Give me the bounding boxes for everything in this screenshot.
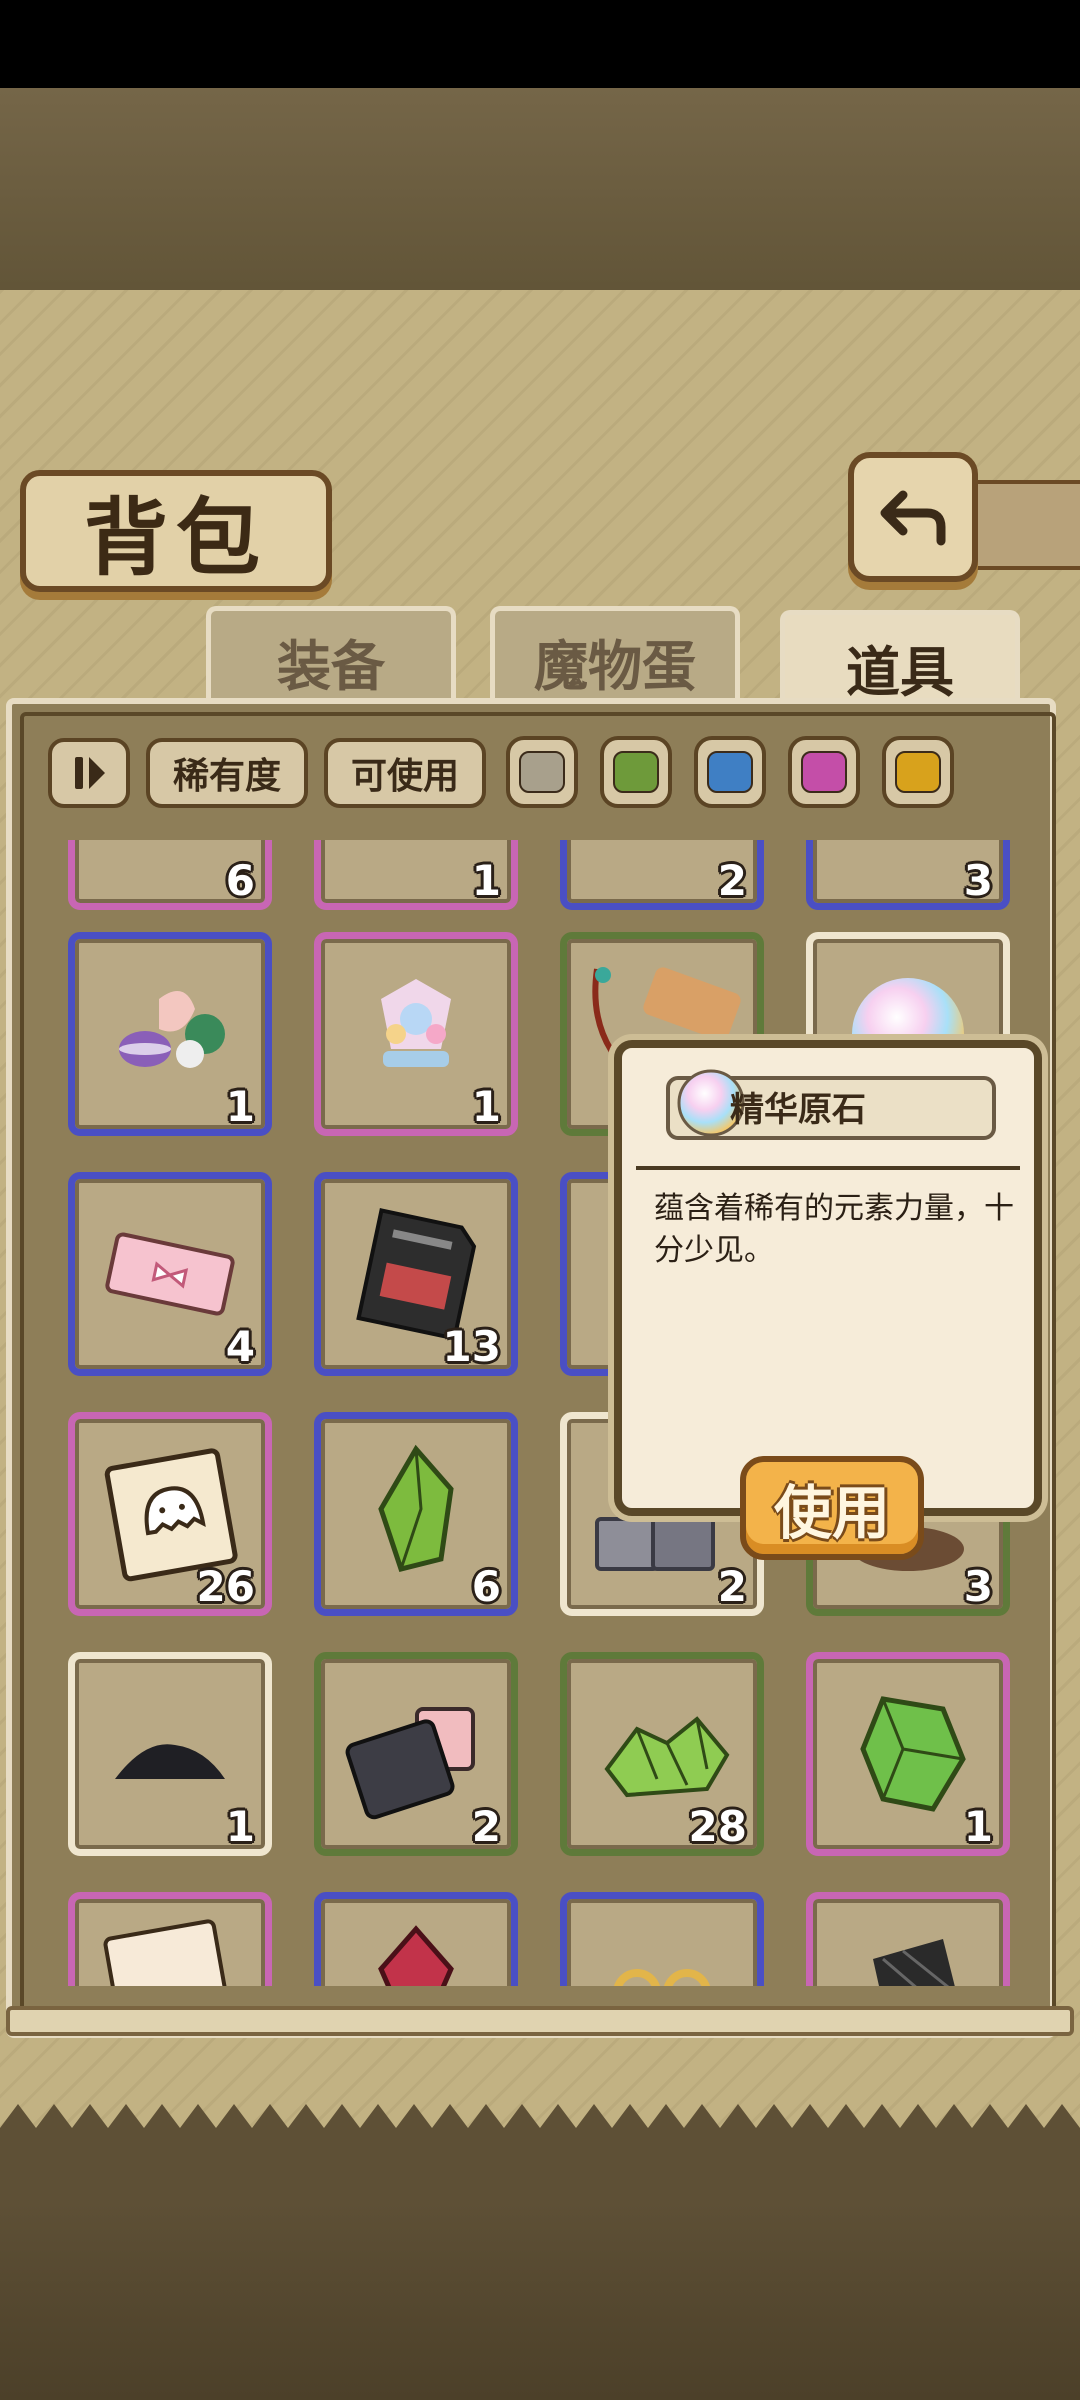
- inventory-slot[interactable]: [560, 1892, 764, 1986]
- gold-rings-icon: [614, 1969, 710, 1986]
- inventory-slot[interactable]: 4: [68, 1172, 272, 1376]
- rarity-filter-button[interactable]: 稀有度: [146, 738, 308, 808]
- item-count: 28: [688, 1802, 747, 1851]
- item-count: 13: [442, 1322, 501, 1371]
- item-count: 2: [717, 1562, 747, 1611]
- item-detail-popup: 精华原石 蕴含着稀有的元素力量，十分少见。: [614, 1040, 1042, 1516]
- item-count: 1: [471, 1082, 501, 1131]
- inventory-slot[interactable]: 1: [806, 1652, 1010, 1856]
- filter-swatch-blue[interactable]: [694, 736, 766, 808]
- item-count: 6: [471, 1562, 501, 1611]
- item-count: 1: [963, 1802, 993, 1851]
- use-button[interactable]: 使用: [740, 1456, 924, 1560]
- item-count: 26: [196, 1562, 255, 1611]
- swatch-blue-chip: [707, 751, 753, 793]
- sort-toggle-button[interactable]: [48, 738, 130, 808]
- tab-items-label: 道具: [846, 641, 954, 704]
- filter-swatch-gray[interactable]: [506, 736, 578, 808]
- tab-equipment[interactable]: 装备: [206, 606, 456, 712]
- inventory-slot[interactable]: 1: [314, 932, 518, 1136]
- inventory-slot[interactable]: 6: [68, 840, 272, 910]
- inventory-slot[interactable]: 1: [314, 840, 518, 910]
- swatch-pink-chip: [801, 751, 847, 793]
- net-glove-icon: [873, 1939, 955, 1986]
- use-button-label: 使用: [773, 1479, 890, 1547]
- tab-equipment-label: 装备: [277, 635, 385, 698]
- inventory-slot[interactable]: 26: [68, 1412, 272, 1616]
- back-button[interactable]: [848, 452, 978, 582]
- item-count: 3: [963, 856, 993, 905]
- item-count: 1: [225, 1802, 255, 1851]
- red-crystal-icon: [378, 1925, 454, 1986]
- inventory-slot[interactable]: 1: [68, 1652, 272, 1856]
- inventory-slot[interactable]: 2: [560, 840, 764, 910]
- item-count: 2: [471, 1802, 501, 1851]
- item-count: 4: [225, 1322, 255, 1371]
- item-description: 蕴含着稀有的元素力量，十分少见。: [654, 1191, 1014, 1268]
- inventory-slot[interactable]: 2: [314, 1652, 518, 1856]
- swatch-green-chip: [613, 751, 659, 793]
- pause-toggle-icon: [75, 757, 105, 789]
- item-count: 2: [717, 856, 747, 905]
- bottom-zigzag-edge: [0, 2104, 1080, 2140]
- inventory-slot[interactable]: 1: [68, 932, 272, 1136]
- item-count: 6: [225, 856, 255, 905]
- back-arrow-icon: [880, 490, 946, 546]
- bottom-map-band: [0, 2136, 1080, 2200]
- rarity-filter-label: 稀有度: [172, 756, 281, 797]
- swatch-gold-chip: [895, 751, 941, 793]
- inventory-slot[interactable]: 6: [314, 1412, 518, 1616]
- item-count: 1: [225, 1082, 255, 1131]
- tab-monster-egg-label: 魔物蛋: [534, 635, 696, 698]
- usable-filter-button[interactable]: 可使用: [324, 738, 486, 808]
- item-count: 3: [963, 1562, 993, 1611]
- background-bottom-map: [0, 2200, 1080, 2400]
- inventory-slot[interactable]: [314, 1892, 518, 1986]
- inventory-slot[interactable]: [68, 1892, 272, 1986]
- item-count: 1: [471, 856, 501, 905]
- character-card-icon: [103, 1919, 239, 1986]
- tab-monster-egg[interactable]: 魔物蛋: [490, 606, 740, 712]
- back-rail: [966, 480, 1080, 570]
- panel-bottom-rail: [6, 2006, 1074, 2036]
- title-plate: 背包: [20, 470, 332, 592]
- usable-filter-label: 可使用: [350, 756, 459, 797]
- inventory-slot[interactable]: 3: [806, 840, 1010, 910]
- inventory-slot[interactable]: 28: [560, 1652, 764, 1856]
- item-name: 精华原石: [730, 1090, 866, 1130]
- inventory-slot[interactable]: 13: [314, 1172, 518, 1376]
- filter-swatch-green[interactable]: [600, 736, 672, 808]
- filter-swatch-pink[interactable]: [788, 736, 860, 808]
- popup-divider: [636, 1166, 1020, 1170]
- status-bar: [0, 0, 1080, 88]
- page-title: 背包: [83, 487, 268, 587]
- swatch-gray-chip: [519, 751, 565, 793]
- background-top-map: [0, 88, 1080, 288]
- inventory-slot[interactable]: [806, 1892, 1010, 1986]
- filter-swatch-gold[interactable]: [882, 736, 954, 808]
